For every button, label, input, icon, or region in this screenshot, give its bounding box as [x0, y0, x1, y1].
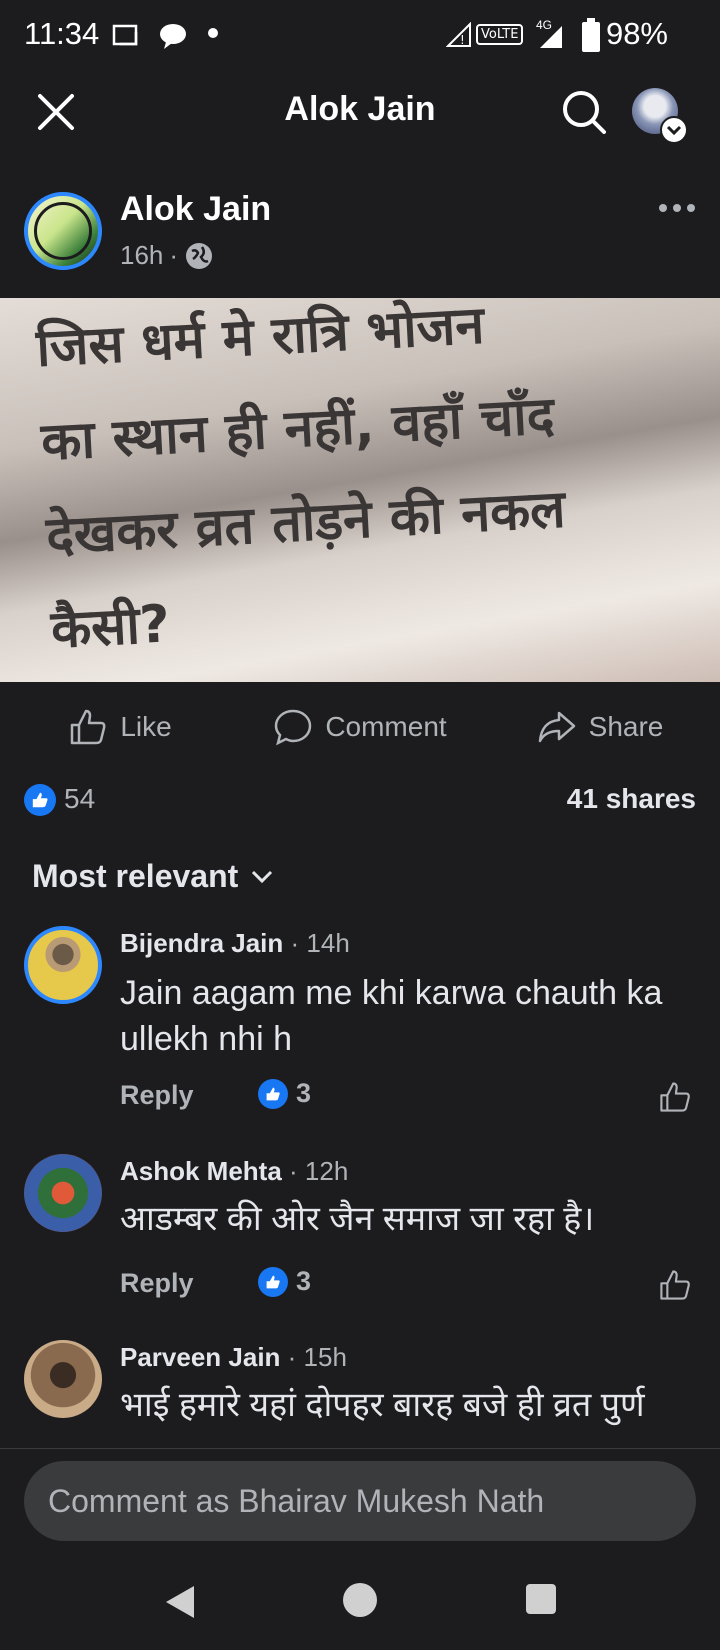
comment-time: · 15h [287, 1342, 347, 1372]
commenter-name[interactable]: Parveen Jain · 15h [120, 1342, 347, 1373]
comment-time: · 12h [289, 1156, 349, 1186]
thumbs-up-icon[interactable] [658, 1268, 692, 1302]
page-title: Alok Jain [284, 90, 436, 128]
like-reaction-icon [24, 784, 56, 816]
reaction-count: 54 [64, 783, 96, 814]
reactions-summary[interactable]: 54 41 shares [0, 776, 720, 824]
like-button[interactable]: Like [0, 682, 240, 772]
more-options-icon[interactable] [658, 202, 696, 214]
commenter-avatar[interactable] [24, 926, 102, 1004]
comment-item: Parveen Jain · 15h भाई हमारे यहां दोपहर … [0, 1340, 720, 1448]
chat-bubble-icon [160, 24, 186, 49]
comment-button[interactable]: Comment [240, 682, 480, 772]
like-label: Like [120, 711, 172, 742]
screen-mirror-icon [112, 24, 138, 46]
comment-bubble-icon [275, 709, 312, 746]
like-reaction-icon [258, 1078, 288, 1109]
battery-icon [582, 18, 600, 52]
battery-percent: 98% [605, 16, 668, 51]
notification-dot-icon [208, 28, 218, 38]
comment-text: भाई हमारे यहां दोपहर बारह बजे ही व्रत पु… [120, 1386, 645, 1424]
comment-label: Comment [325, 711, 447, 742]
post-time: 16h [120, 240, 164, 270]
commenter-avatar[interactable] [24, 1154, 102, 1232]
system-nav-bar [0, 1560, 720, 1650]
commenter-avatar[interactable] [24, 1340, 102, 1418]
post-image[interactable]: जिस धर्म मे रात्रि भोजन का स्थान ही नहीं… [0, 298, 720, 682]
share-label: Share [588, 711, 664, 742]
globe-icon [186, 242, 213, 269]
share-button[interactable]: Share [480, 682, 720, 772]
sort-label: Most relevant [32, 858, 239, 894]
commenter-name-text: Parveen Jain [120, 1342, 281, 1372]
comment-like-count[interactable]: 3 [258, 1078, 311, 1109]
post-header: Alok Jain 16h · [0, 188, 720, 278]
comment-item: Ashok Mehta · 12h आडम्बर की ओर जैन समाज … [0, 1154, 720, 1314]
comment-like-count[interactable]: 3 [258, 1266, 311, 1297]
commenter-name[interactable]: Bijendra Jain · 14h [120, 928, 350, 959]
post-actions: Like Comment Share [0, 682, 720, 772]
post-image-text: जिस धर्म मे रात्रि भोजन का स्थान ही नहीं… [34, 298, 720, 677]
comment-item: Bijendra Jain · 14h Jain aagam me khi ka… [0, 926, 720, 1126]
commenter-name-text: Ashok Mehta [120, 1156, 282, 1186]
commenter-name-text: Bijendra Jain [120, 928, 284, 958]
comment-composer [0, 1448, 720, 1575]
like-count-text: 3 [296, 1078, 312, 1108]
home-nav-icon[interactable] [342, 1582, 378, 1618]
post-meta: 16h · [120, 240, 214, 271]
reply-button[interactable]: Reply [120, 1268, 194, 1299]
share-count[interactable]: 41 shares [567, 783, 696, 815]
reply-button[interactable]: Reply [120, 1080, 194, 1111]
status-bar: 11:34 ! VoLTE 4G 98% [0, 0, 720, 72]
status-time: 11:34 [24, 16, 100, 51]
comment-input[interactable] [24, 1461, 696, 1541]
back-nav-icon[interactable] [162, 1582, 198, 1622]
recents-nav-icon[interactable] [524, 1582, 558, 1616]
comment-text: आडम्बर की ओर जैन समाज जा रहा है। [120, 1200, 595, 1238]
like-count-text: 3 [296, 1266, 312, 1296]
app-bar: Alok Jain [0, 72, 720, 152]
author-avatar[interactable] [24, 192, 102, 270]
share-arrow-icon [538, 711, 575, 743]
signal-alert-icon: ! [446, 22, 471, 47]
chevron-down-icon [252, 870, 273, 883]
comment-sort-dropdown[interactable]: Most relevant [32, 858, 276, 895]
volte-icon: VoLTE [476, 24, 524, 45]
meta-separator: · [169, 240, 179, 270]
comment-text: Jain aagam me khi karwa chauth ka ullekh… [120, 974, 663, 1058]
commenter-name[interactable]: Ashok Mehta · 12h [120, 1156, 348, 1187]
chevron-down-icon[interactable] [660, 116, 688, 144]
search-icon[interactable] [560, 88, 608, 136]
comment-time: · 14h [290, 928, 350, 958]
like-reaction-icon [258, 1266, 288, 1297]
thumbs-up-icon[interactable] [658, 1080, 692, 1114]
thumbs-up-icon [71, 709, 106, 745]
cell-signal-icon [540, 26, 562, 48]
post-author-name[interactable]: Alok Jain [120, 190, 271, 229]
svg-text:!: ! [460, 33, 465, 47]
